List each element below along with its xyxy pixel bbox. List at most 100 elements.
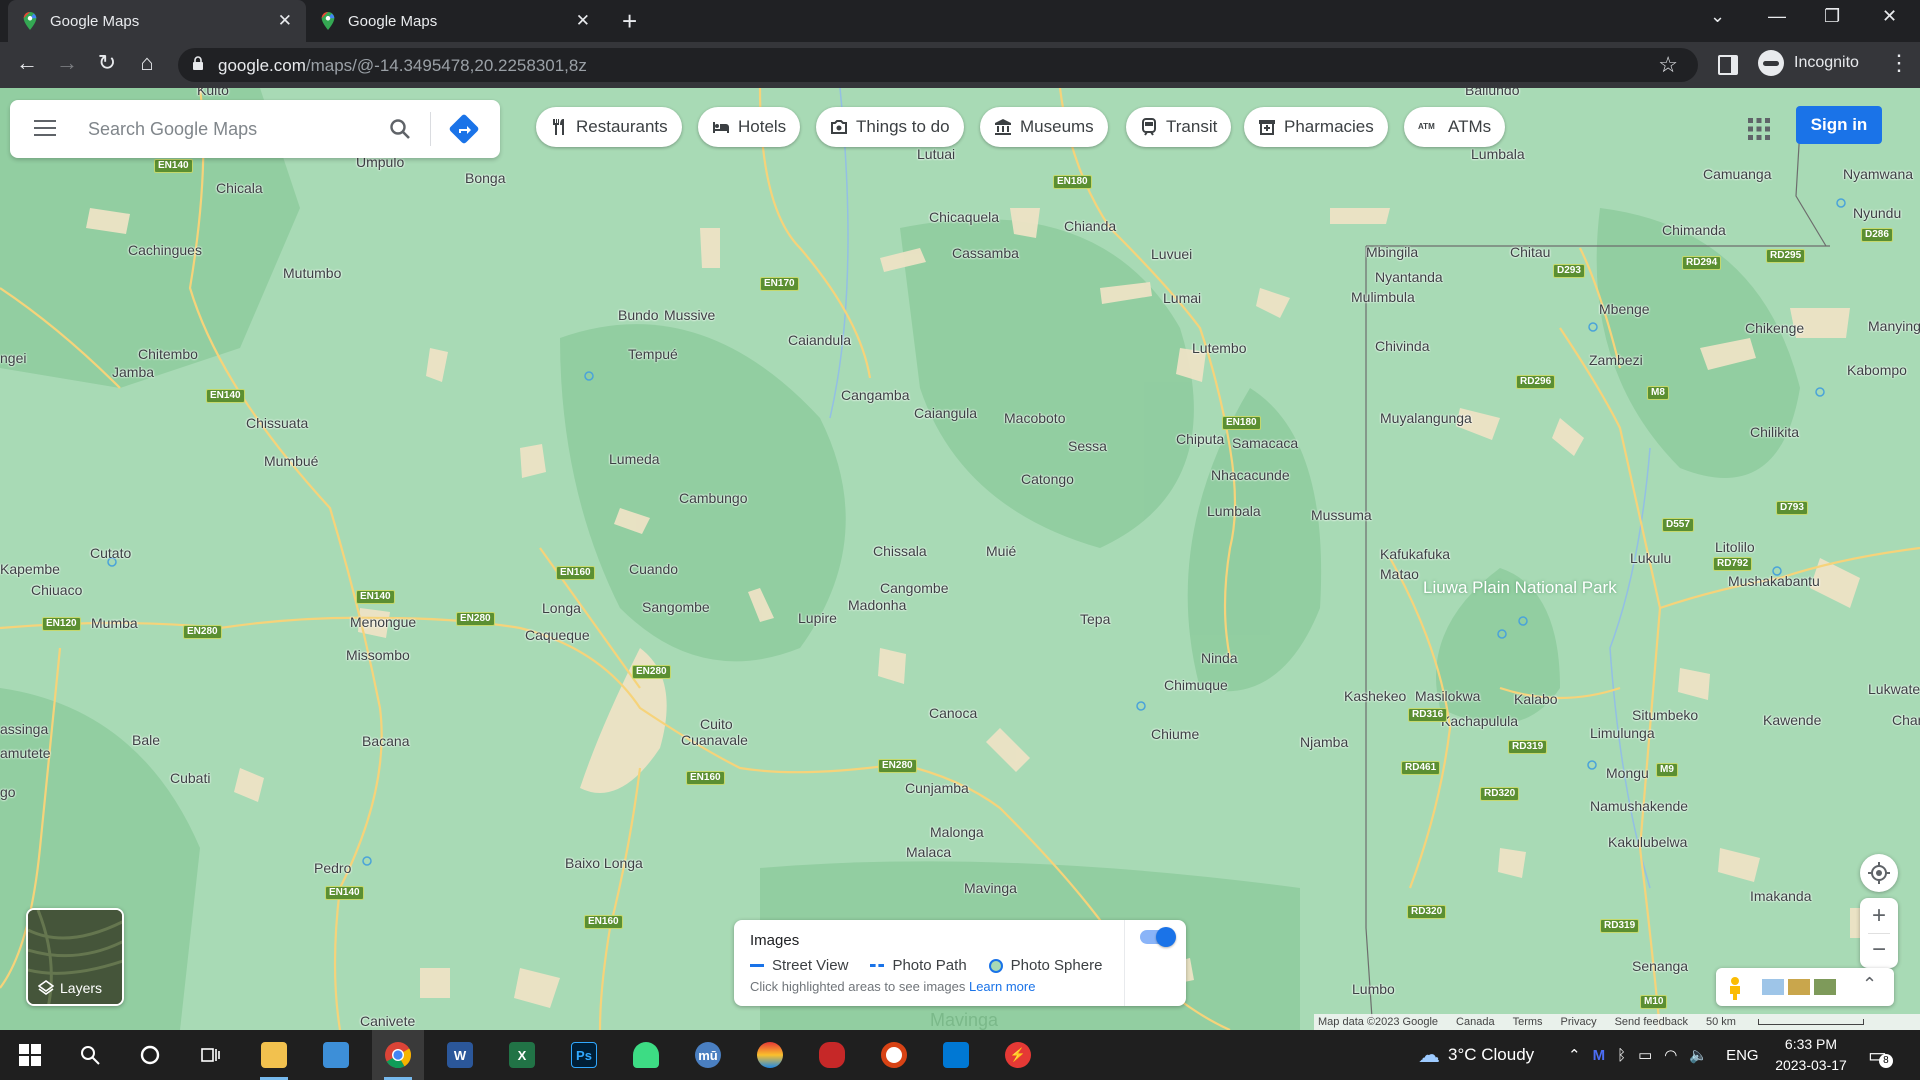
expand-chevron-icon[interactable]: ⌃ [1862, 974, 1877, 995]
map-label[interactable]: Madonha [848, 597, 906, 613]
map-label[interactable]: Imakanda [1750, 888, 1811, 904]
map-label[interactable]: Tepa [1080, 611, 1110, 627]
category-chip-transit[interactable]: Transit [1126, 107, 1232, 147]
imagery-thumb[interactable] [1814, 979, 1836, 995]
word-icon[interactable]: W [434, 1030, 486, 1080]
task-view-icon[interactable] [184, 1030, 236, 1080]
privacy-link[interactable]: Privacy [1561, 1016, 1597, 1028]
map-label[interactable]: Kakulubelwa [1608, 834, 1687, 850]
map-label[interactable]: Chikenge [1745, 320, 1804, 336]
map-label[interactable]: Chiume [1151, 726, 1199, 742]
battery-icon[interactable]: ▭ [1638, 1046, 1652, 1064]
weather-widget[interactable]: ☁ 3°C Cloudy [1418, 1030, 1534, 1080]
sign-in-button[interactable]: Sign in [1796, 106, 1882, 144]
rainbow-app-icon[interactable] [744, 1030, 796, 1080]
map-label[interactable]: Nyundu [1853, 205, 1901, 221]
map-label[interactable]: Chimanda [1662, 222, 1726, 238]
category-chip-atms[interactable]: ATM ATMs [1404, 107, 1506, 147]
map-label[interactable]: Missombo [346, 647, 410, 663]
map-label[interactable]: Chianda [1064, 218, 1116, 234]
map-label[interactable]: Ninda [1201, 650, 1238, 666]
map-label[interactable]: Caqueque [525, 627, 590, 643]
terms-link[interactable]: Terms [1513, 1016, 1543, 1028]
map-label[interactable]: Manyinga [1868, 318, 1920, 334]
map-label[interactable]: go [0, 784, 16, 800]
file-explorer-icon[interactable] [248, 1030, 300, 1080]
map-label[interactable]: Mussuma [1311, 507, 1372, 523]
home-icon[interactable]: ⌂ [132, 50, 162, 76]
map-label[interactable]: Chissuata [246, 415, 308, 431]
map-label[interactable]: Cangombe [880, 580, 949, 596]
clock[interactable]: 6:33 PM 2023-03-17 [1766, 1034, 1856, 1076]
imagery-thumb[interactable] [1788, 979, 1810, 995]
map-label[interactable]: Mumbué [264, 453, 318, 469]
map-label[interactable]: Mongu [1606, 765, 1649, 781]
map-label[interactable]: Mulimbula [1351, 289, 1415, 305]
map-label[interactable]: Nyamwana [1843, 166, 1913, 182]
map-label[interactable]: Njamba [1300, 734, 1348, 750]
google-apps-icon[interactable] [1748, 118, 1770, 140]
my-location-button[interactable] [1860, 854, 1898, 892]
scale-bar[interactable]: 50 km [1706, 1016, 1882, 1028]
map-label[interactable]: Tempué [628, 346, 678, 362]
map-label[interactable]: Chilikita [1750, 424, 1799, 440]
bookmark-star-icon[interactable]: ☆ [1658, 52, 1678, 78]
side-panel-icon[interactable] [1718, 55, 1738, 75]
map-label[interactable]: Caiangula [914, 405, 977, 421]
map-label[interactable]: Masilokwa [1415, 688, 1480, 704]
map-label[interactable]: Luvuei [1151, 246, 1192, 262]
map-label[interactable]: Bonga [465, 170, 505, 186]
address-bar[interactable]: google.com/maps/@-14.3495478,20.2258301,… [178, 48, 1698, 82]
map-label[interactable]: Sessa [1068, 438, 1107, 454]
map-label[interactable]: Lumai [1163, 290, 1201, 306]
map-label[interactable]: Lutembo [1192, 340, 1246, 356]
restore-icon[interactable]: ❐ [1824, 6, 1840, 27]
map-label[interactable]: Jamba [112, 364, 154, 380]
map-label[interactable]: Lukulu [1630, 550, 1671, 566]
new-tab-icon[interactable]: + [622, 6, 637, 37]
map-label[interactable]: assinga [0, 721, 48, 737]
map-label[interactable]: Bundo [618, 307, 658, 323]
map-label[interactable]: Lumeda [609, 451, 660, 467]
map-label[interactable]: Kafukafuka [1380, 546, 1450, 562]
map-label[interactable]: Bale [132, 732, 160, 748]
map-label[interactable]: Mushakabantu [1728, 573, 1820, 589]
map-label[interactable]: Kawende [1763, 712, 1821, 728]
map-label[interactable]: Menongue [350, 614, 416, 630]
map-label[interactable]: Chivinda [1375, 338, 1429, 354]
map-label[interactable]: Chicala [216, 180, 263, 196]
minimize-icon[interactable]: — [1768, 6, 1786, 27]
map-label[interactable]: Zambezi [1589, 352, 1643, 368]
category-chip-restaurants[interactable]: Restaurants [536, 107, 682, 147]
close-window-icon[interactable]: ✕ [1882, 6, 1897, 27]
back-icon[interactable]: ← [12, 50, 42, 76]
map-label[interactable]: Macoboto [1004, 410, 1065, 426]
pegman-icon[interactable] [1726, 976, 1744, 1000]
map-label[interactable]: Mavinga [964, 880, 1017, 896]
map-label[interactable]: Mbenge [1599, 301, 1650, 317]
media-player-icon[interactable] [868, 1030, 920, 1080]
map-label[interactable]: Cutato [90, 545, 131, 561]
cortana-icon[interactable] [124, 1030, 176, 1080]
excel-icon[interactable]: X [496, 1030, 548, 1080]
map-label[interactable]: Canoca [929, 705, 977, 721]
map-label[interactable]: Senanga [1632, 958, 1688, 974]
map-label[interactable]: Bacana [362, 733, 409, 749]
layers-button[interactable]: Layers [26, 908, 124, 1006]
android-emulator-icon[interactable] [620, 1030, 672, 1080]
map-label[interactable]: Kalabo [1514, 691, 1558, 707]
tab-search-chevron-icon[interactable]: ⌄ [1710, 6, 1725, 27]
category-chip-hotels[interactable]: Hotels [698, 107, 801, 147]
map-label[interactable]: Chitembo [138, 346, 198, 362]
map-label[interactable]: ngei [0, 350, 26, 366]
game-app-icon[interactable] [806, 1030, 858, 1080]
map-label[interactable]: Kapembe [0, 561, 60, 577]
start-button[interactable] [4, 1030, 56, 1080]
tray-expand-icon[interactable]: ⌃ [1568, 1046, 1581, 1064]
map-label[interactable]: Chissala [873, 543, 927, 559]
region-link[interactable]: Canada [1456, 1016, 1495, 1028]
map-label[interactable]: amutete [0, 745, 51, 761]
map-label[interactable]: Caiandula [788, 332, 851, 348]
map-label[interactable]: Situmbeko [1632, 707, 1698, 723]
map-label[interactable]: Cangamba [841, 387, 910, 403]
